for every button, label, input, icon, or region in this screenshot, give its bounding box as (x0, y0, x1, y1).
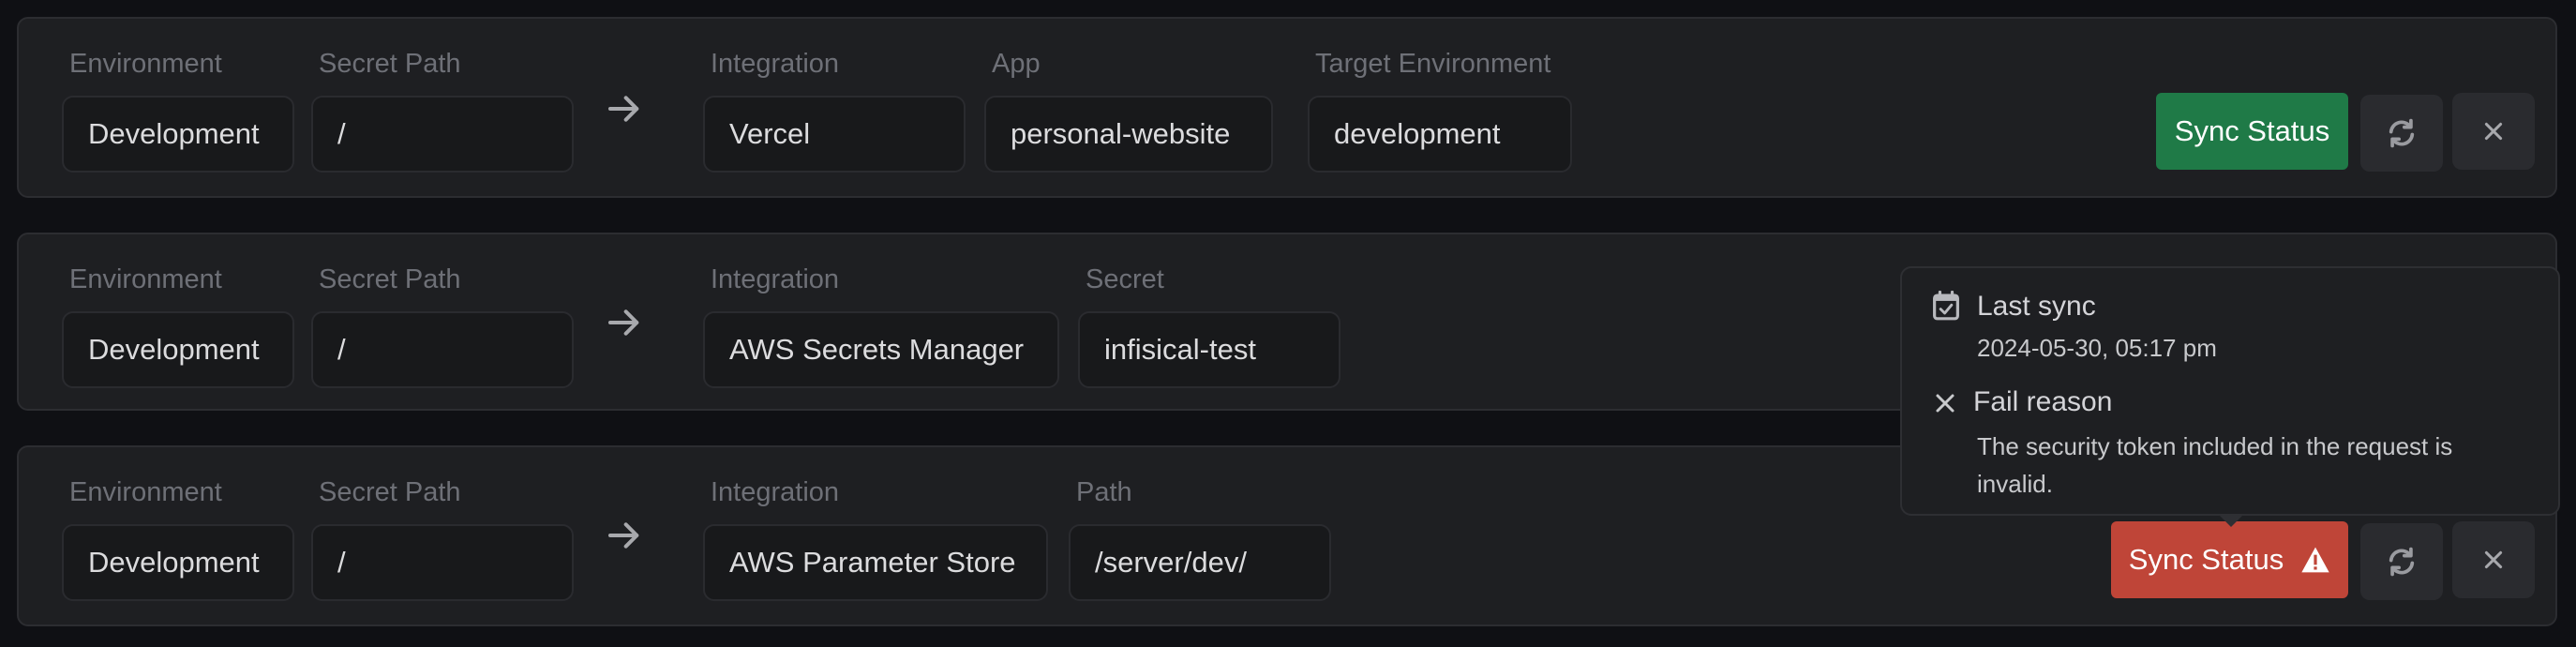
secret-path-label: Secret Path (319, 49, 461, 79)
environment-label: Environment (69, 264, 222, 294)
target-environment-value[interactable]: development (1308, 96, 1572, 173)
fail-reason-value: The security token included in the reque… (1977, 432, 2453, 498)
x-icon (1936, 394, 1954, 413)
integration-label: Integration (711, 49, 840, 79)
sync-status-popover: Last sync 2024-05-30, 05:17 pm Fail reas… (1900, 266, 2560, 516)
last-sync-title: Last sync (1977, 291, 2096, 322)
secret-label: Secret (1086, 264, 1164, 294)
integration-value[interactable]: Vercel (703, 96, 966, 173)
environment-value[interactable]: Development (62, 524, 294, 601)
path-value[interactable]: /server/dev/ (1069, 524, 1331, 601)
calendar-check-icon (1933, 291, 1959, 321)
arrow-right-icon (608, 522, 639, 549)
secret-path-value[interactable]: / (311, 311, 574, 388)
environment-label: Environment (69, 477, 222, 507)
resync-button[interactable] (2360, 523, 2443, 600)
secret-path-value[interactable]: / (311, 524, 574, 601)
integration-value[interactable]: AWS Parameter Store (703, 524, 1048, 601)
delete-integration-button[interactable] (2452, 93, 2535, 170)
sync-status-label: Sync Status (2128, 543, 2284, 576)
sync-icon (2389, 118, 2415, 148)
sync-status-label: Sync Status (2174, 114, 2330, 147)
app-label: App (992, 49, 1041, 79)
path-label: Path (1076, 477, 1132, 507)
close-icon (2484, 550, 2503, 569)
delete-integration-button[interactable] (2452, 521, 2535, 598)
warning-triangle-icon (2301, 547, 2329, 573)
environment-value[interactable]: Development (62, 311, 294, 388)
sync-status-button[interactable]: Sync Status (2111, 521, 2348, 598)
environment-label: Environment (69, 49, 222, 79)
environment-value[interactable]: Development (62, 96, 294, 173)
close-icon (2484, 122, 2503, 141)
app-value[interactable]: personal-website (984, 96, 1273, 173)
target-environment-label: Target Environment (1315, 49, 1551, 79)
fail-reason-title: Fail reason (1973, 386, 2113, 417)
integration-label: Integration (711, 264, 840, 294)
secret-path-label: Secret Path (319, 477, 461, 507)
arrow-right-icon (608, 309, 639, 336)
popover-arrow (2219, 515, 2243, 527)
secret-path-label: Secret Path (319, 264, 461, 294)
integration-value[interactable]: AWS Secrets Manager (703, 311, 1059, 388)
arrow-right-icon (608, 96, 639, 122)
sync-icon (2389, 547, 2415, 577)
integration-label: Integration (711, 477, 840, 507)
secret-value[interactable]: infisical-test (1078, 311, 1340, 388)
resync-button[interactable] (2360, 95, 2443, 172)
secret-path-value[interactable]: / (311, 96, 574, 173)
sync-status-button[interactable]: Sync Status (2156, 93, 2348, 170)
integration-row-vercel: Environment Development Secret Path / In… (17, 17, 2557, 198)
last-sync-value: 2024-05-30, 05:17 pm (1977, 334, 2217, 362)
